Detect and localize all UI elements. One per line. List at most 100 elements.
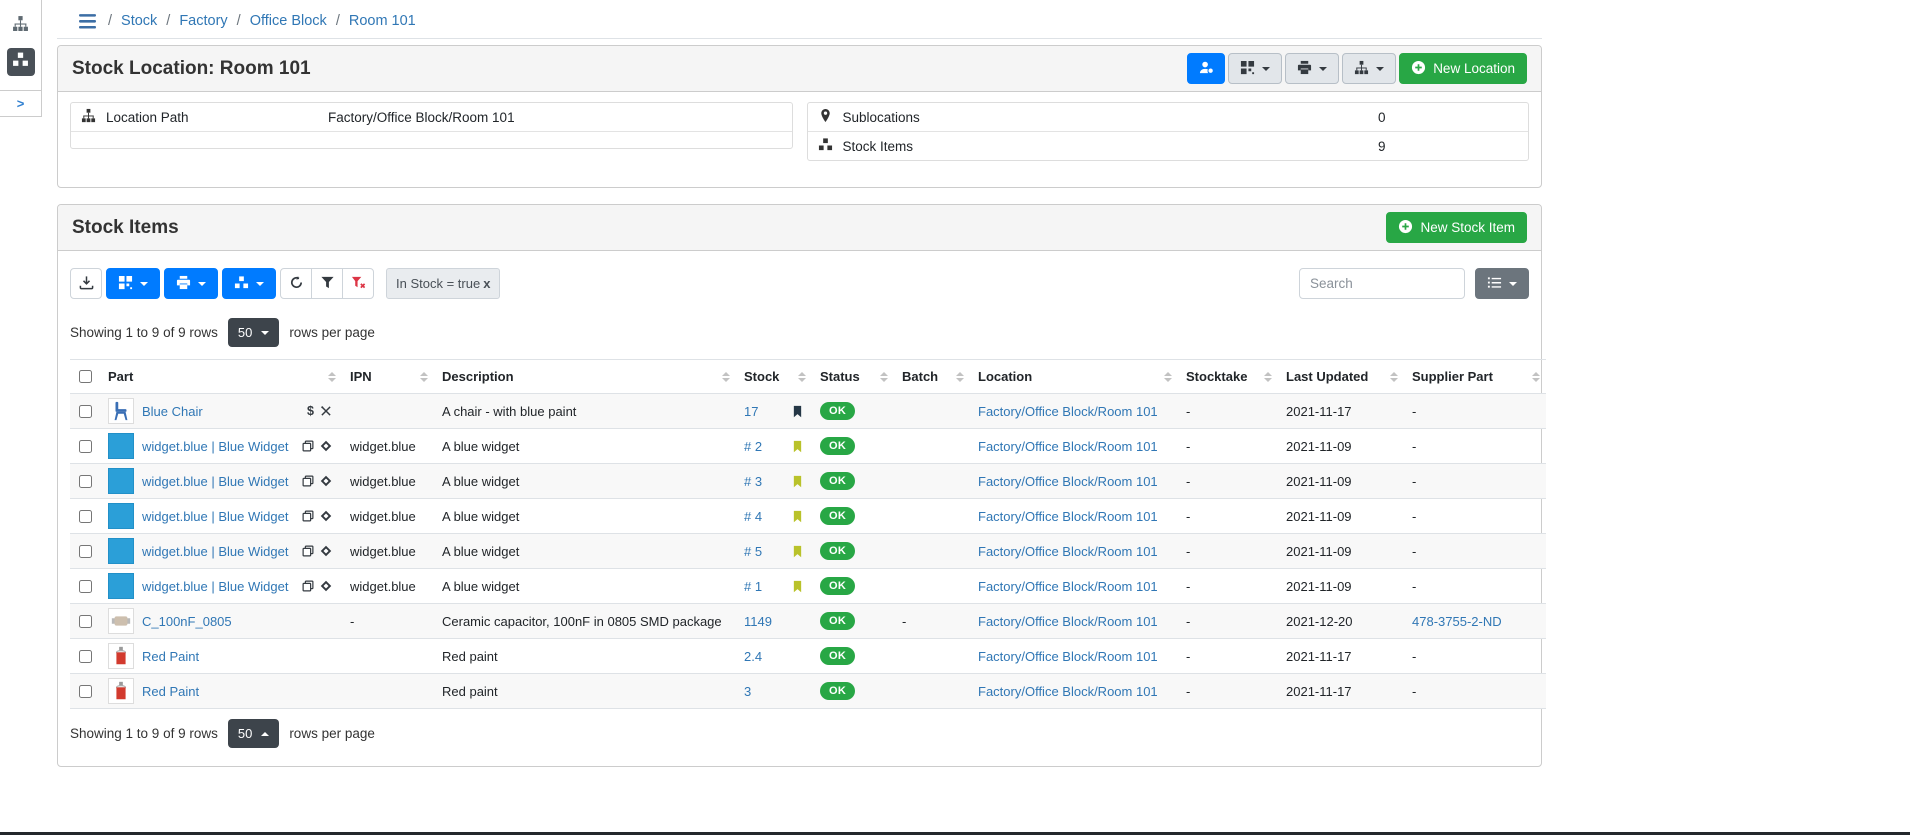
new-stock-item-button[interactable]: New Stock Item (1386, 212, 1527, 243)
column-header-description[interactable]: Description (434, 360, 736, 394)
clear-filters-button[interactable] (342, 268, 374, 299)
table-row[interactable]: widget.blue | Blue Widget widget.blue A … (70, 499, 1546, 534)
copy-icon (302, 510, 314, 522)
stock-link[interactable]: # 4 (744, 509, 762, 524)
filter-button[interactable] (311, 268, 343, 299)
column-header-last-updated[interactable]: Last Updated (1278, 360, 1404, 394)
barcode-actions-dropdown[interactable] (1228, 53, 1282, 84)
hamburger-menu-icon[interactable] (79, 14, 96, 29)
sidebar-stock-button[interactable] (7, 48, 35, 76)
stock-link[interactable]: 1149 (744, 614, 772, 629)
part-link[interactable]: Blue Chair (142, 404, 203, 419)
part-link[interactable]: widget.blue | Blue Widget (142, 474, 288, 489)
supplier-part-cell: 478-3755-2-ND (1404, 604, 1546, 639)
sort-carets-icon (880, 372, 888, 382)
location-link[interactable]: Factory/Office Block/Room 101 (978, 509, 1158, 524)
location-link[interactable]: Factory/Office Block/Room 101 (978, 614, 1158, 629)
export-button[interactable] (70, 268, 102, 299)
toolbar-print-dropdown[interactable] (164, 268, 218, 299)
location-link[interactable]: Factory/Office Block/Room 101 (978, 684, 1158, 699)
part-link[interactable]: C_100nF_0805 (142, 614, 232, 629)
sidebar-expand-button[interactable]: > (0, 90, 42, 117)
row-checkbox[interactable] (79, 615, 92, 628)
stock-link[interactable]: 3 (744, 684, 751, 699)
part-link[interactable]: widget.blue | Blue Widget (142, 544, 288, 559)
row-checkbox[interactable] (79, 650, 92, 663)
row-checkbox[interactable] (79, 580, 92, 593)
yellow-bookmark-icon (791, 545, 804, 558)
toolbar-stock-actions-dropdown[interactable] (222, 268, 276, 299)
row-checkbox[interactable] (79, 685, 92, 698)
page-size-dropdown[interactable]: 50 (228, 318, 279, 347)
part-link[interactable]: Red Paint (142, 649, 199, 664)
remove-filter-x[interactable]: x (483, 276, 490, 291)
table-row[interactable]: C_100nF_0805 - Ceramic capacitor, 100nF … (70, 604, 1546, 639)
breadcrumb-link-0[interactable]: Stock (121, 13, 157, 29)
stock-link[interactable]: 2.4 (744, 649, 762, 664)
breadcrumb-link-2[interactable]: Office Block (250, 13, 327, 29)
ipn-cell (342, 639, 434, 674)
stock-items-panel: Stock Items New Stock Item (57, 204, 1542, 767)
column-header-location[interactable]: Location (970, 360, 1178, 394)
stocktake-cell: - (1178, 394, 1278, 429)
row-checkbox[interactable] (79, 545, 92, 558)
supplier-part-link[interactable]: 478-3755-2-ND (1412, 614, 1502, 629)
table-row[interactable]: Red Paint Red paint 3 OK Factory/Office … (70, 674, 1546, 709)
table-row[interactable]: Red Paint Red paint 2.4 OK Factory/Offic… (70, 639, 1546, 674)
page-size-dropdown[interactable]: 50 (228, 719, 279, 748)
stock-link[interactable]: 17 (744, 404, 758, 419)
row-checkbox[interactable] (79, 510, 92, 523)
stock-link[interactable]: # 1 (744, 579, 762, 594)
column-header-status[interactable]: Status (812, 360, 894, 394)
part-link[interactable]: widget.blue | Blue Widget (142, 439, 288, 454)
location-link[interactable]: Factory/Office Block/Room 101 (978, 439, 1158, 454)
breadcrumb-link-1[interactable]: Factory (179, 13, 227, 29)
serial-icon (320, 510, 332, 522)
row-checkbox[interactable] (79, 440, 92, 453)
location-link[interactable]: Factory/Office Block/Room 101 (978, 404, 1158, 419)
stock-table-wrap: PartIPNDescriptionStockStatusBatchLocati… (58, 353, 1541, 709)
column-header-stock[interactable]: Stock (736, 360, 812, 394)
stock-link[interactable]: # 5 (744, 544, 762, 559)
admin-button[interactable] (1187, 53, 1225, 84)
table-row[interactable]: widget.blue | Blue Widget widget.blue A … (70, 569, 1546, 604)
refresh-button[interactable] (280, 268, 312, 299)
location-link[interactable]: Factory/Office Block/Room 101 (978, 544, 1158, 559)
location-link[interactable]: Factory/Office Block/Room 101 (978, 579, 1158, 594)
location-link[interactable]: Factory/Office Block/Room 101 (978, 649, 1158, 664)
column-header-ipn[interactable]: IPN (342, 360, 434, 394)
new-location-button[interactable]: New Location (1399, 53, 1527, 84)
part-thumbnail (108, 433, 134, 459)
status-badge: OK (820, 577, 855, 595)
print-actions-dropdown[interactable] (1285, 53, 1339, 84)
part-attribute-icons (302, 475, 334, 487)
toolbar-barcode-dropdown[interactable] (106, 268, 160, 299)
column-header-stocktake[interactable]: Stocktake (1178, 360, 1278, 394)
caret-down-icon (140, 282, 148, 286)
part-link[interactable]: widget.blue | Blue Widget (142, 509, 288, 524)
table-row[interactable]: widget.blue | Blue Widget widget.blue A … (70, 429, 1546, 464)
stock-link[interactable]: # 3 (744, 474, 762, 489)
column-header-supplier-part[interactable]: Supplier Part (1404, 360, 1546, 394)
table-row[interactable]: Blue Chair $ A chair - with blue paint 1… (70, 394, 1546, 429)
part-link[interactable]: widget.blue | Blue Widget (142, 579, 288, 594)
part-link[interactable]: Red Paint (142, 684, 199, 699)
row-checkbox[interactable] (79, 405, 92, 418)
location-actions-dropdown[interactable] (1342, 53, 1396, 84)
location-link[interactable]: Factory/Office Block/Room 101 (978, 474, 1158, 489)
stock-items-count-label: Stock Items (843, 139, 1369, 154)
column-header-batch[interactable]: Batch (894, 360, 970, 394)
breadcrumb-link-3[interactable]: Room 101 (349, 13, 416, 29)
stock-link[interactable]: # 2 (744, 439, 762, 454)
table-row[interactable]: widget.blue | Blue Widget widget.blue A … (70, 534, 1546, 569)
ipn-cell (342, 674, 434, 709)
search-input[interactable] (1299, 268, 1465, 299)
sidebar-location-tree-button[interactable] (7, 12, 35, 40)
table-columns-dropdown[interactable] (1475, 268, 1529, 299)
batch-cell (894, 569, 970, 604)
table-row[interactable]: widget.blue | Blue Widget widget.blue A … (70, 464, 1546, 499)
row-checkbox[interactable] (79, 475, 92, 488)
select-all-checkbox[interactable] (79, 370, 92, 383)
column-header-part[interactable]: Part (100, 360, 342, 394)
description-cell: A blue widget (434, 499, 736, 534)
